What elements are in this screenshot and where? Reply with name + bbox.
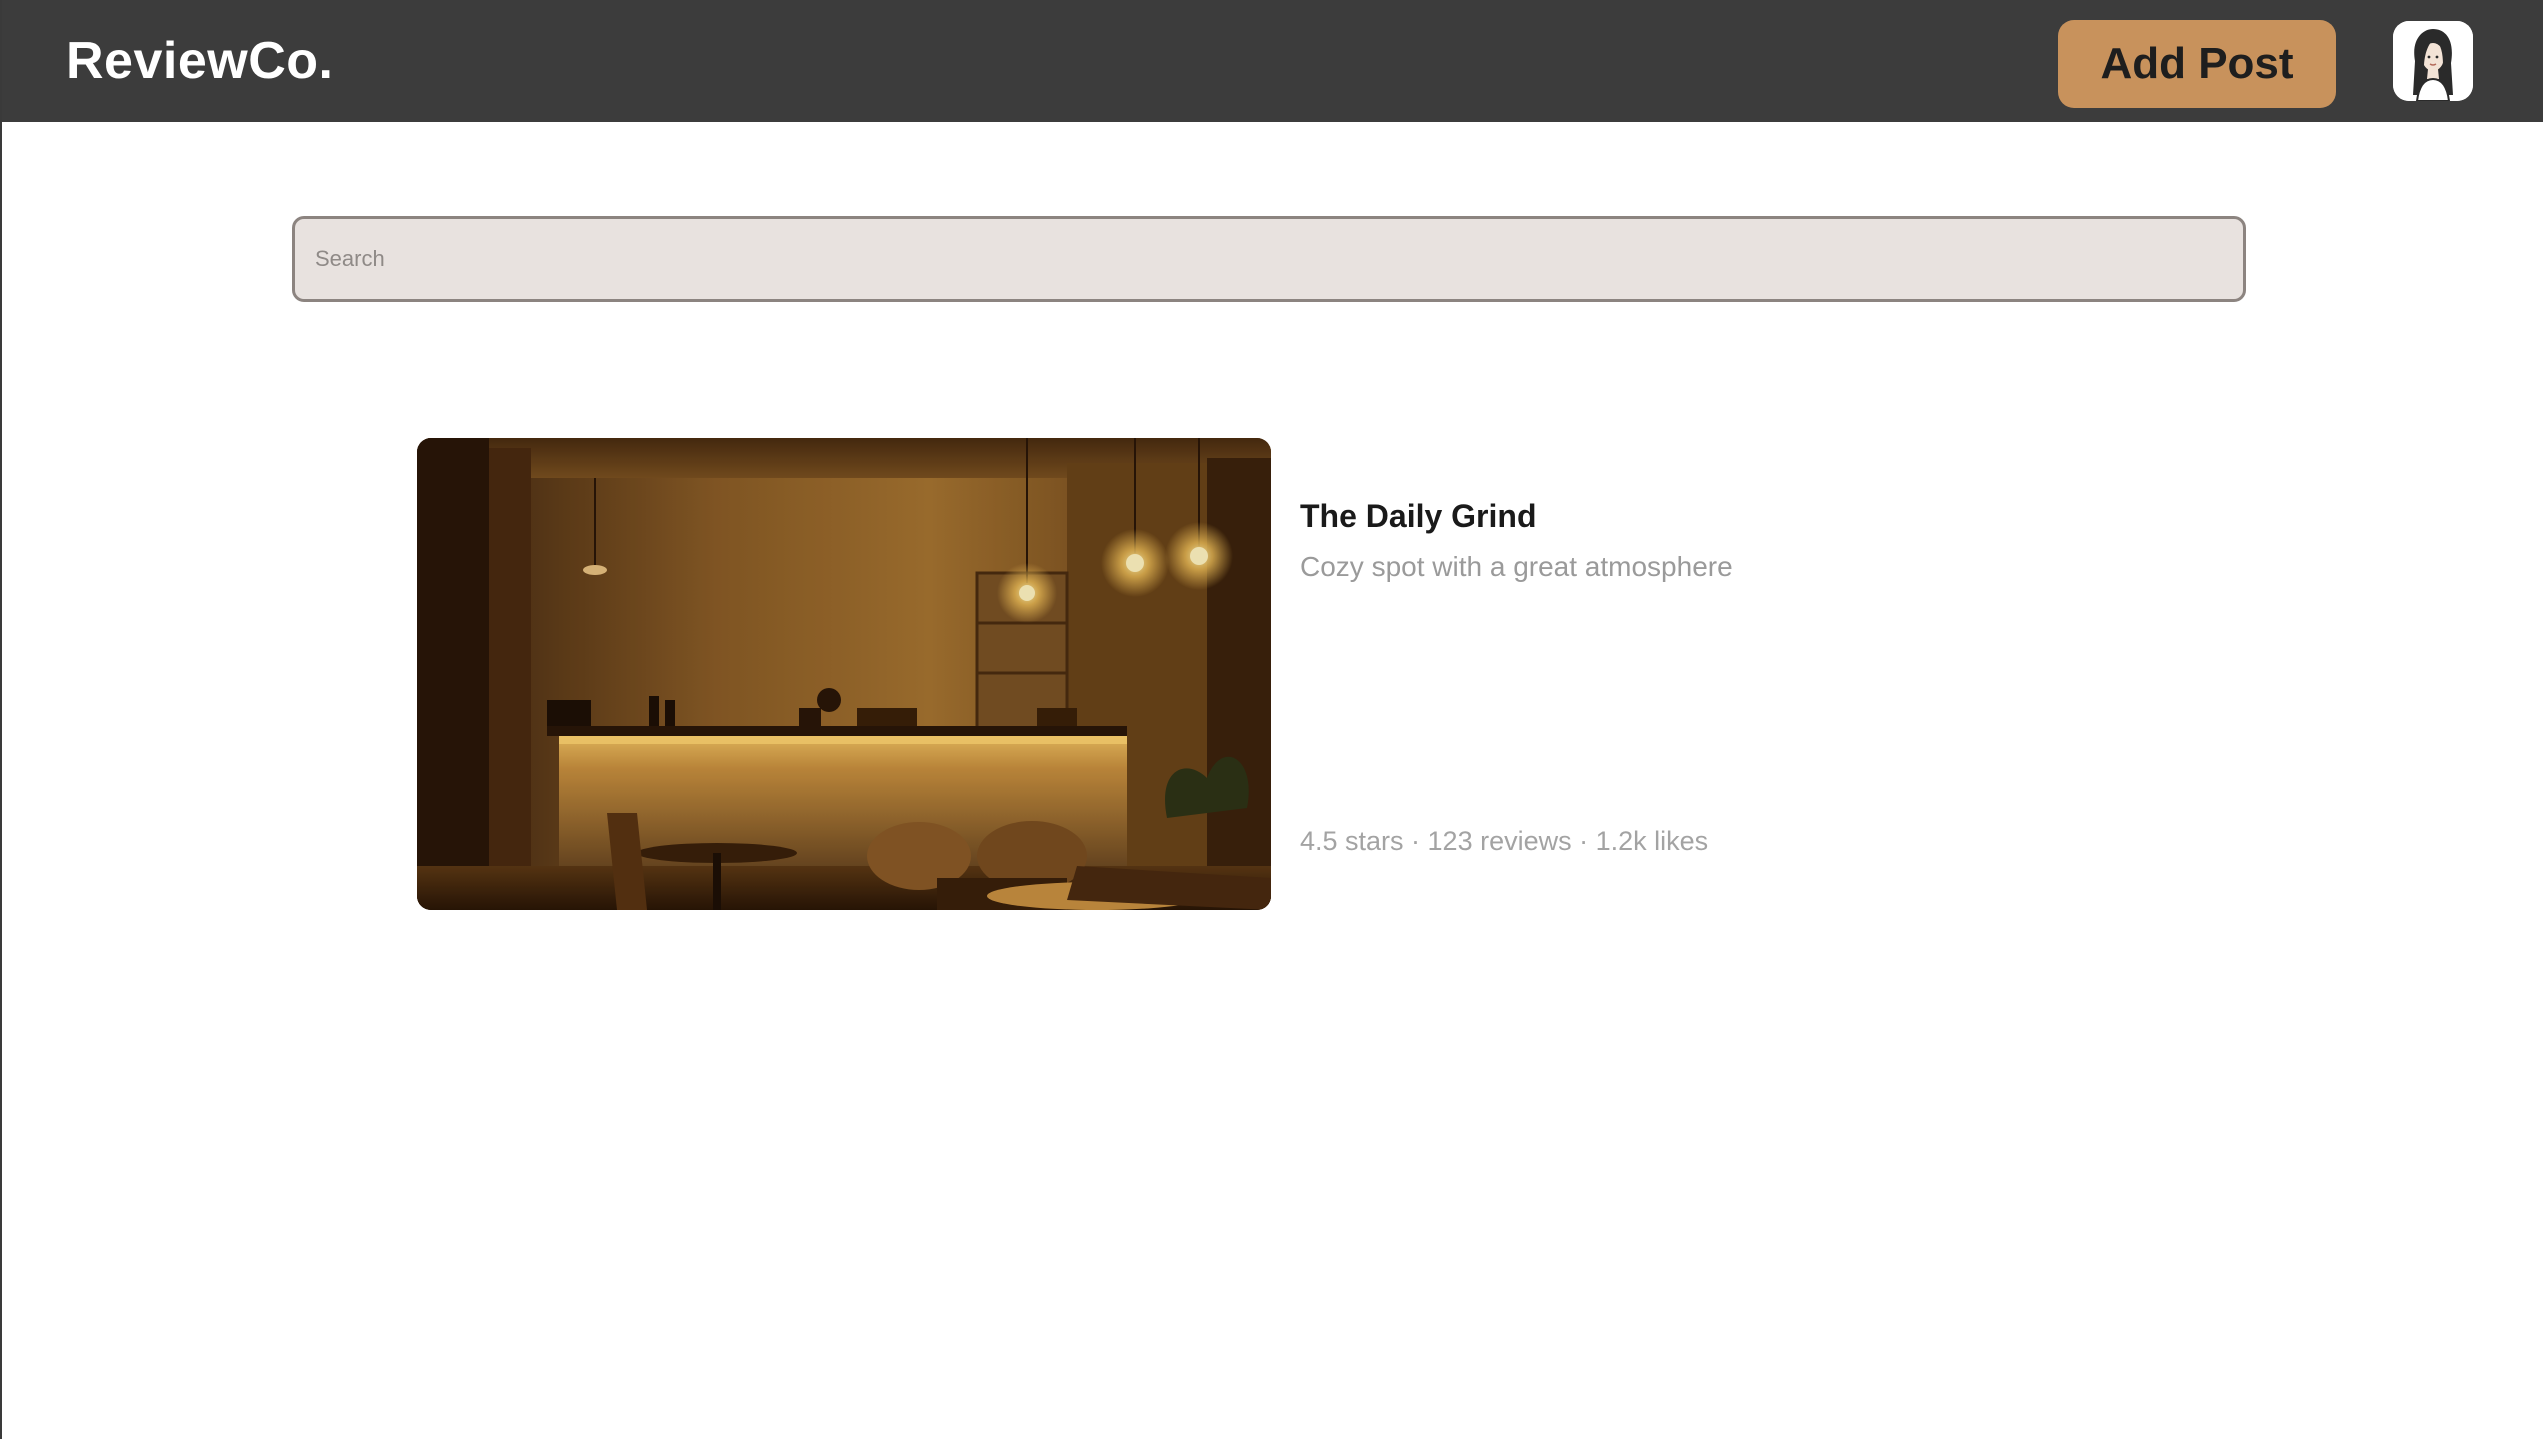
brand-logo[interactable]: ReviewCo. [66, 30, 333, 92]
avatar-illustration [2393, 21, 2473, 101]
post-title[interactable]: The Daily Grind [1300, 496, 1536, 536]
add-post-button[interactable]: Add Post [2058, 20, 2336, 108]
user-avatar-icon[interactable] [2393, 21, 2473, 101]
post-stats: 4.5 stars · 123 reviews · 1.2k likes [1300, 826, 1709, 856]
cafe-interior-photo [417, 438, 1271, 910]
top-navigation-bar: ReviewCo. Add Post [2, 0, 2543, 122]
app-frame: ReviewCo. Add Post Search The Daily Grin… [0, 0, 2543, 1439]
search-input[interactable] [315, 219, 2215, 299]
search-bar[interactable] [292, 216, 2246, 302]
post-thumbnail-cafe-interior[interactable] [417, 438, 1271, 910]
post-description: Cozy spot with a great atmosphere [1300, 551, 1733, 582]
